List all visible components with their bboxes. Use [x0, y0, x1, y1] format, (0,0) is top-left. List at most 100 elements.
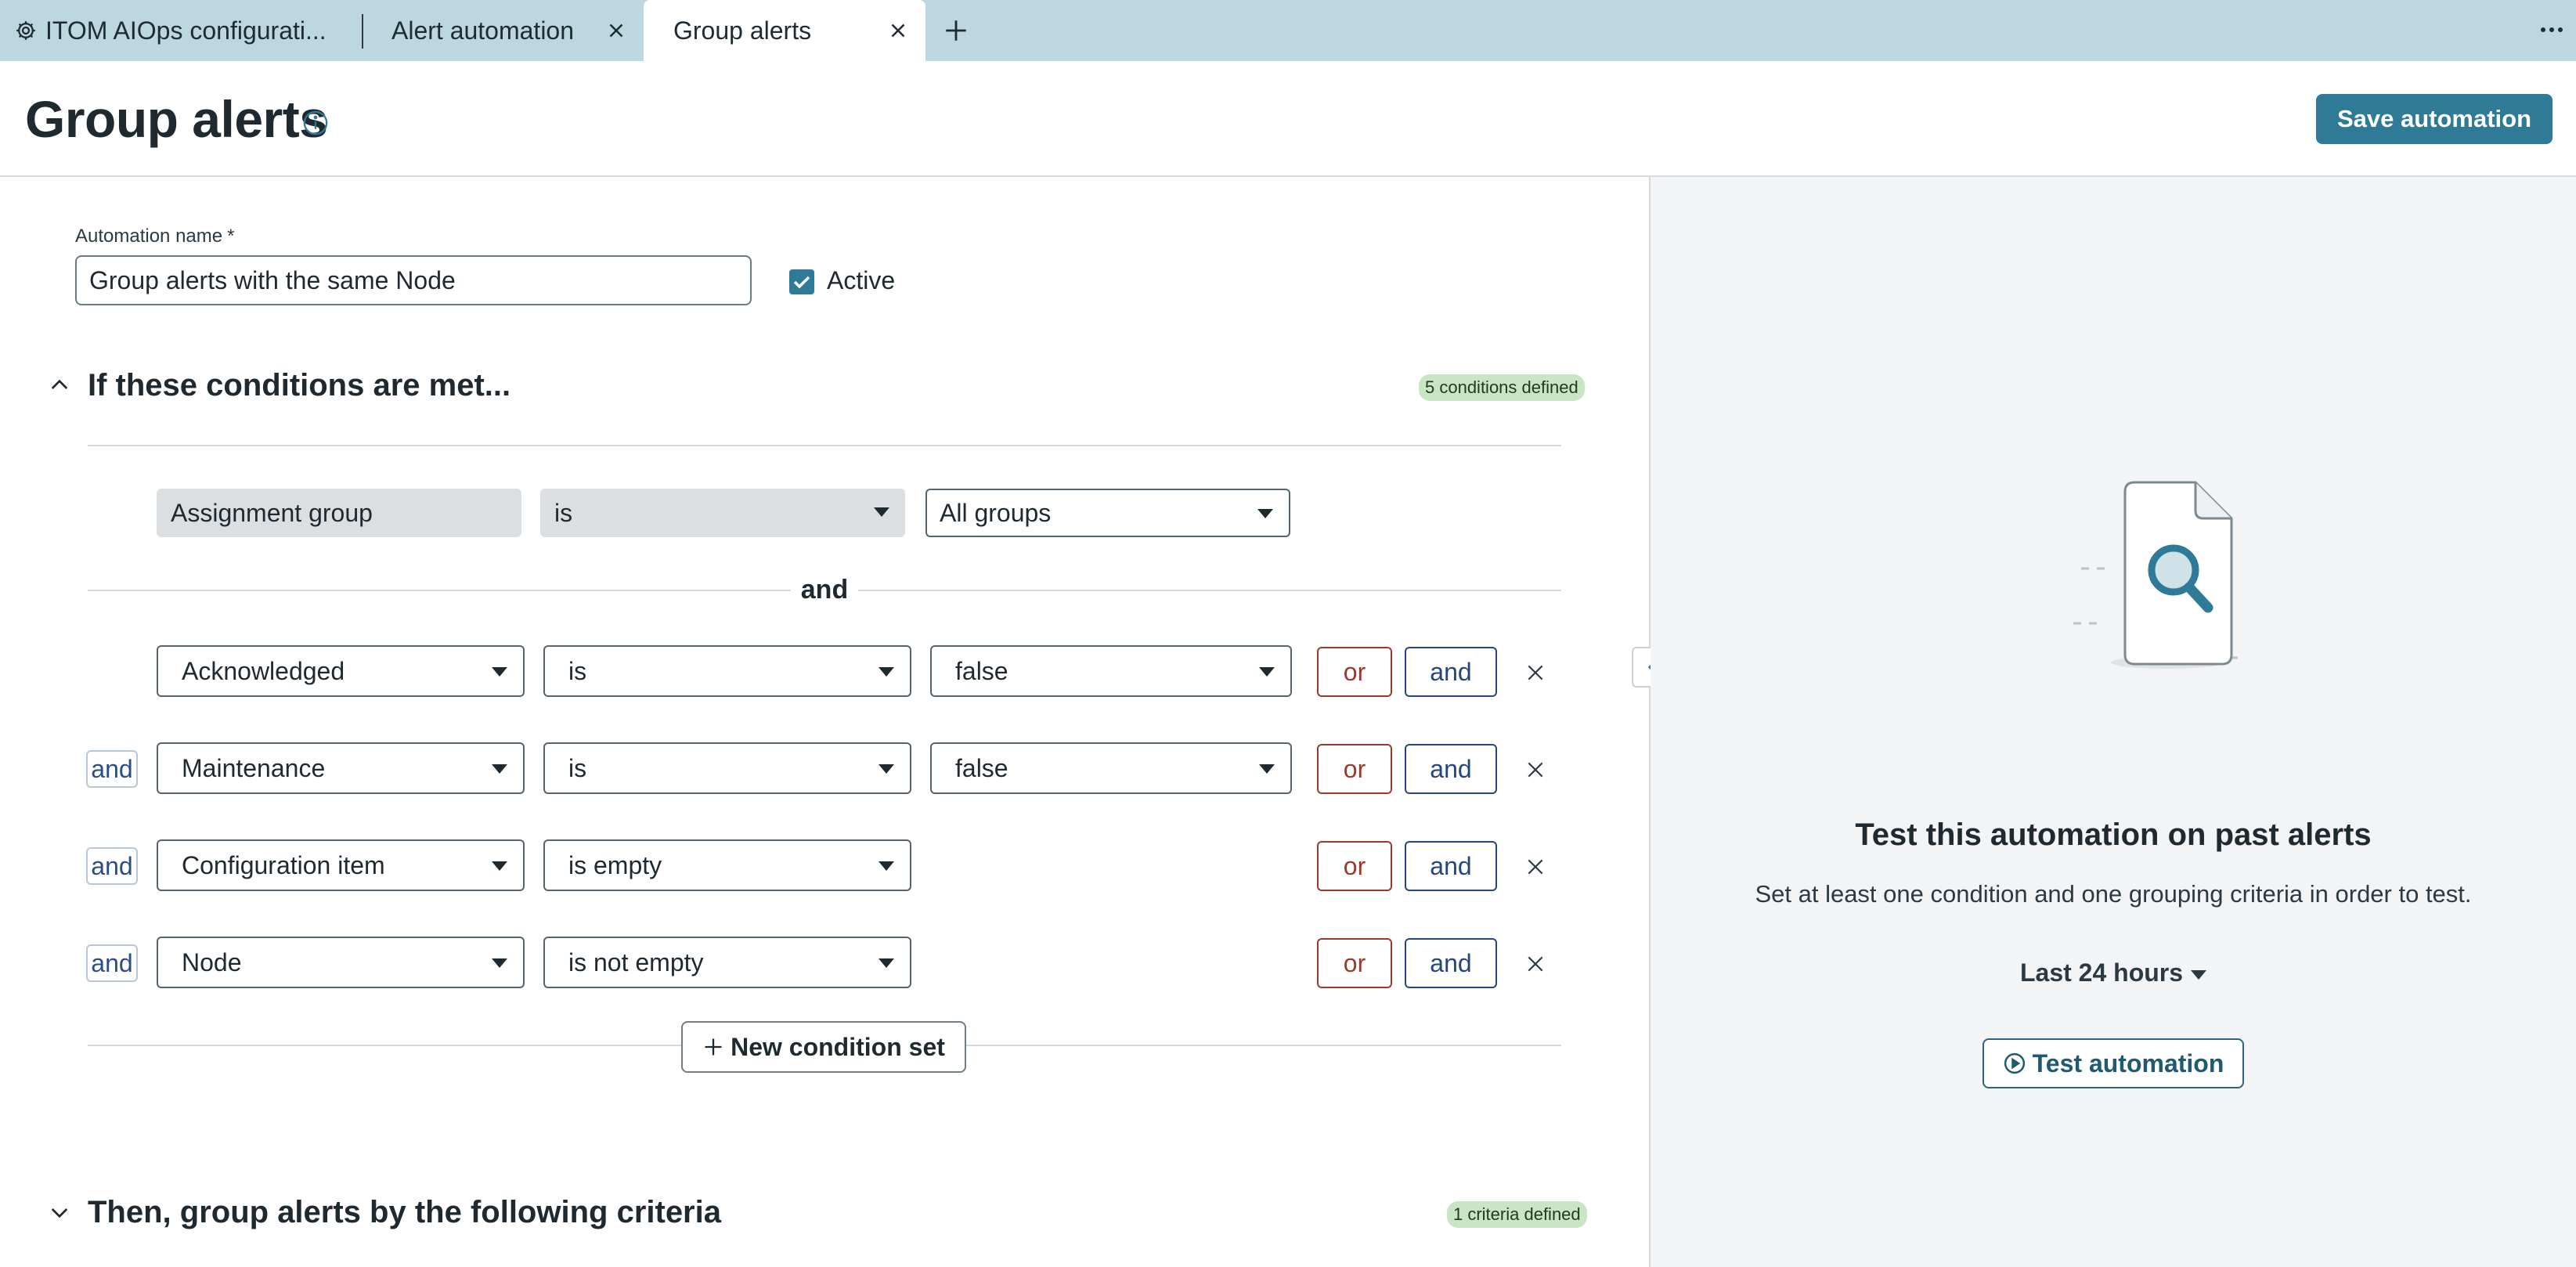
section-divider [88, 445, 1561, 446]
gear-icon [16, 21, 35, 40]
test-automation-button[interactable]: Test automation [1983, 1038, 2244, 1088]
select-value: is [568, 753, 587, 782]
select-value: is empty [568, 850, 662, 879]
select-value: false [955, 753, 1008, 782]
tab-label: Group alerts [673, 16, 812, 45]
plus-icon [705, 1038, 722, 1056]
caret-down-icon [492, 958, 507, 968]
row-connector-and[interactable]: and [86, 944, 138, 982]
operator-text: is [554, 498, 573, 527]
row-connector-and[interactable]: and [86, 750, 138, 788]
conditions-section-title: If these conditions are met... [88, 368, 511, 402]
add-tab-icon[interactable] [943, 17, 969, 44]
automation-name-label: Automation name * [75, 226, 234, 247]
condition-field-select[interactable]: Maintenance [157, 742, 525, 794]
condition-value-select[interactable]: false [930, 742, 1292, 794]
test-panel-subtitle: Set at least one condition and one group… [1755, 880, 2472, 908]
tab-bar: ITOM AIOps configurati... Alert automati… [0, 0, 2576, 61]
close-icon[interactable] [886, 19, 910, 42]
condition-value-select[interactable]: false [930, 645, 1292, 697]
tab-label: Alert automation [391, 16, 575, 45]
caret-down-icon [492, 667, 507, 677]
automation-name-input[interactable]: Group alerts with the same Node [75, 255, 752, 305]
active-label: Active [827, 266, 896, 294]
assignment-group-operator: is [540, 489, 905, 537]
field-label-text: Automation name [75, 226, 223, 247]
tab-label: ITOM AIOps configurati... [45, 16, 327, 45]
condition-operator-select[interactable]: is empty [543, 839, 911, 891]
and-button[interactable]: and [1405, 744, 1497, 794]
condition-operator-select[interactable]: is [543, 742, 911, 794]
chevron-up-icon [51, 379, 68, 389]
active-checkbox[interactable] [789, 269, 814, 294]
criteria-count-badge: 1 criteria defined [1447, 1201, 1587, 1228]
or-button[interactable]: or [1317, 841, 1392, 891]
button-label: Test automation [2032, 1049, 2224, 1077]
test-panel: Test this automation on past alerts Set … [1651, 177, 2576, 1267]
caret-down-icon [879, 861, 894, 871]
remove-condition-icon[interactable] [1525, 662, 1546, 683]
select-value: is [568, 656, 587, 685]
select-value: is not empty [568, 948, 704, 976]
caret-down-icon [492, 764, 507, 774]
remove-condition-icon[interactable] [1525, 760, 1546, 780]
remove-condition-icon[interactable] [1525, 857, 1546, 877]
caret-down-icon [879, 958, 894, 968]
conditions-section-toggle[interactable] [47, 373, 72, 398]
condition-field-select[interactable]: Node [157, 937, 525, 988]
remove-condition-icon[interactable] [1525, 954, 1546, 974]
caret-down-icon [2191, 969, 2207, 980]
tab-divider [362, 14, 363, 49]
and-separator-label: and [791, 575, 858, 605]
condition-field-select[interactable]: Acknowledged [157, 645, 525, 697]
grouping-section-title: Then, group alerts by the following crit… [88, 1195, 721, 1229]
page-header: Group alerts Save automation [0, 61, 2576, 177]
caret-down-icon [492, 861, 507, 871]
document-search-icon [2073, 481, 2238, 669]
select-value: false [955, 656, 1008, 685]
assignment-group-value-select[interactable]: All groups [925, 489, 1290, 537]
page-title: Group alerts [25, 90, 328, 148]
conditions-count-badge: 5 conditions defined [1419, 374, 1585, 401]
assignment-group-field: Assignment group [157, 489, 521, 537]
save-automation-button[interactable]: Save automation [2316, 94, 2553, 144]
and-button[interactable]: and [1405, 938, 1497, 988]
automation-form: Automation name * Group alerts with the s… [0, 177, 1649, 1267]
select-value: All groups [940, 498, 1052, 527]
time-range-dropdown[interactable]: Last 24 hours [1651, 958, 2576, 987]
tab-group-alerts[interactable]: Group alerts [644, 0, 925, 61]
test-panel-title: Test this automation on past alerts [1855, 818, 2372, 852]
more-options-icon[interactable] [2540, 23, 2563, 36]
caret-down-icon [1257, 509, 1273, 518]
time-range-value: Last 24 hours [2019, 958, 2184, 987]
close-icon[interactable] [604, 19, 628, 42]
required-mark: * [227, 226, 235, 247]
caret-down-icon [1259, 667, 1275, 677]
new-condition-set-button[interactable]: New condition set [681, 1021, 966, 1073]
caret-down-icon [874, 507, 889, 517]
condition-field-select[interactable]: Configuration item [157, 839, 525, 891]
or-button[interactable]: or [1317, 647, 1392, 697]
tab-alert-automation[interactable]: Alert automation [391, 0, 634, 61]
select-value: Configuration item [182, 850, 385, 879]
row-connector-and[interactable]: and [86, 847, 138, 885]
checkmark-icon [793, 276, 810, 289]
play-circle-icon [2004, 1052, 2025, 1074]
button-label: New condition set [731, 1032, 945, 1061]
select-value: Node [182, 948, 242, 976]
info-icon[interactable] [302, 110, 329, 136]
caret-down-icon [879, 764, 894, 774]
select-value: Acknowledged [182, 656, 345, 685]
caret-down-icon [879, 667, 894, 677]
caret-down-icon [1259, 764, 1275, 774]
select-value: Maintenance [182, 753, 326, 782]
chevron-down-icon [51, 1208, 68, 1218]
or-button[interactable]: or [1317, 744, 1392, 794]
grouping-section-toggle[interactable] [47, 1200, 72, 1225]
tab-itom-aiops-configuration[interactable]: ITOM AIOps configurati... [14, 0, 359, 61]
or-button[interactable]: or [1317, 938, 1392, 988]
condition-operator-select[interactable]: is [543, 645, 911, 697]
and-button[interactable]: and [1405, 841, 1497, 891]
and-button[interactable]: and [1405, 647, 1497, 697]
condition-operator-select[interactable]: is not empty [543, 937, 911, 988]
